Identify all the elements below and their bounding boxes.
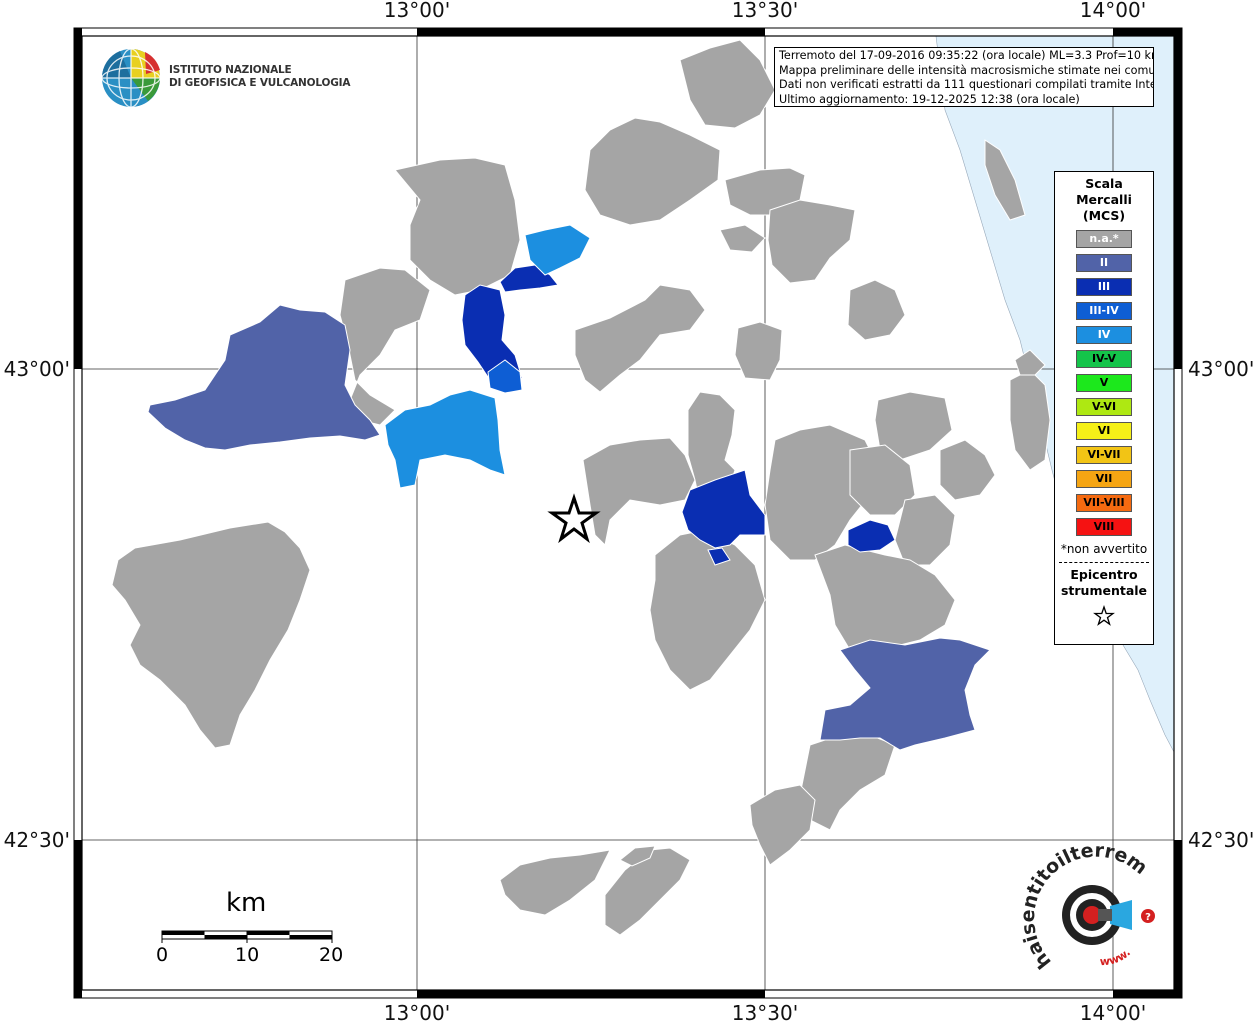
- legend-title-line3: (MCS): [1082, 208, 1126, 223]
- legend-title: Scala Mercalli (MCS): [1055, 176, 1153, 224]
- legend-item-iv-v: IV-V: [1076, 350, 1132, 368]
- legend-item-viii: VIII: [1076, 518, 1132, 536]
- legend-title-line1: Scala: [1085, 176, 1123, 191]
- tick-bottom-1400: 14°00': [1080, 1001, 1146, 1024]
- institution-name-line2: DI GEOFISICA E VULCANOLOGIA: [169, 77, 351, 89]
- tick-bottom-1330: 13°30': [732, 1001, 798, 1024]
- legend-item-iv: IV: [1076, 326, 1132, 344]
- svg-text:?: ?: [1145, 912, 1151, 923]
- legend-item-n-a: n.a.*: [1076, 230, 1132, 248]
- scale-label-0: 0: [156, 944, 169, 966]
- legend-epicenter-line2: strumentale: [1060, 583, 1148, 598]
- tick-bottom-1300: 13°00': [384, 1001, 450, 1024]
- legend-epicenter-line1: Epicentro: [1070, 567, 1138, 582]
- legend-item-iii-iv: III-IV: [1076, 302, 1132, 320]
- info-line-updated: Ultimo aggiornamento: 19-12-2025 12:38 (…: [779, 92, 1080, 106]
- tick-top-1400: 14°00': [1080, 0, 1146, 22]
- scale-unit-label: km: [226, 888, 267, 918]
- legend-item-ii: II: [1076, 254, 1132, 272]
- legend-note: *non avvertito: [1060, 542, 1148, 556]
- legend-item-v: V: [1076, 374, 1132, 392]
- tick-top-1330: 13°30': [732, 0, 798, 22]
- institution-name: ISTITUTO NAZIONALE DI GEOFISICA E VULCAN…: [169, 64, 350, 90]
- legend-item-vi: VI: [1076, 422, 1132, 440]
- legend-item-iii: III: [1076, 278, 1132, 296]
- info-line-data-source: Dati non verificati estratti da 111 ques…: [779, 78, 1154, 91]
- info-line-event: Terremoto del 17-09-2016 09:35:22 (ora l…: [779, 49, 1154, 62]
- ingv-globe-icon: [101, 48, 161, 108]
- info-line-description: Mappa preliminare delle intensità macros…: [779, 63, 1154, 77]
- mcs-legend: Scala Mercalli (MCS) n.a.* II III III-IV IV I…: [1054, 171, 1154, 645]
- legend-title-line2: Mercalli: [1076, 192, 1132, 207]
- institution-name-line1: ISTITUTO NAZIONALE: [169, 64, 292, 76]
- legend-item-v-vi: V-VI: [1076, 398, 1132, 416]
- legend-item-vi-vii: VI-VII: [1076, 446, 1132, 464]
- tick-left-4230: 42°30': [4, 828, 70, 852]
- legend-items: n.a.* II III III-IV IV IV-V V V-VI VI VI-VII VII VI…: [1055, 230, 1153, 536]
- scale-label-20: 20: [319, 944, 344, 966]
- tick-top-1300: 13°00': [384, 0, 450, 22]
- legend-star-icon: [1055, 604, 1153, 631]
- legend-item-vii-viii: VII-VIII: [1076, 494, 1132, 512]
- legend-separator: [1059, 562, 1149, 563]
- tick-left-4300: 43°00': [4, 357, 70, 381]
- tick-right-4230: 42°30': [1188, 828, 1254, 852]
- legend-epicenter-label: Epicentro strumentale: [1055, 567, 1153, 599]
- scale-label-10: 10: [235, 944, 260, 966]
- legend-item-vii: VII: [1076, 470, 1132, 488]
- earthquake-info-box: Terremoto del 17-09-2016 09:35:22 (ora l…: [774, 47, 1154, 107]
- tick-right-4300: 43°00': [1188, 357, 1254, 381]
